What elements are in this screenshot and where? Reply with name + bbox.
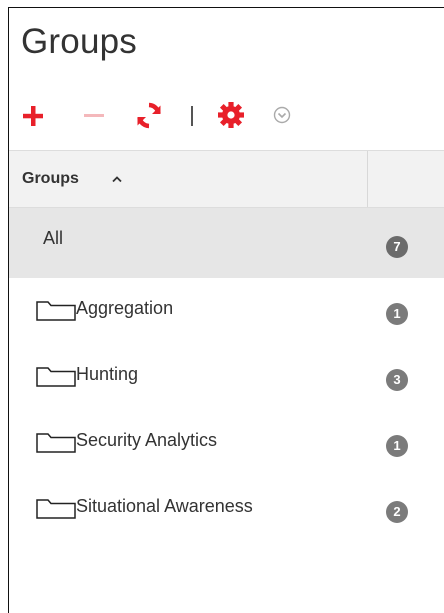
group-count-badge: 1 [386,303,408,325]
group-count-badge: 1 [386,435,408,457]
group-label: All [43,228,64,248]
groups-list: All 7 Aggregation 1 Hunting 3 Security A… [9,208,444,542]
group-row-all[interactable]: All 7 [9,208,444,278]
groups-panel: Groups Groups All 7 Aggregation 1 Huntin… [8,7,444,613]
group-count-badge: 3 [386,369,408,391]
group-row-situational-awareness[interactable]: Situational Awareness 2 [9,476,444,542]
column-header-groups[interactable]: Groups [9,151,368,207]
folder-icon [36,301,76,321]
group-label: Hunting [76,364,139,384]
column-header-label: Groups [22,170,79,187]
group-row-hunting[interactable]: Hunting 3 [9,344,444,410]
minus-icon[interactable] [83,100,105,130]
toolbar-separator [191,106,193,126]
sort-ascending-icon [112,176,122,183]
group-label: Aggregation [76,298,174,318]
group-label: Security Analytics [76,430,218,450]
group-row-security-analytics[interactable]: Security Analytics 1 [9,410,444,476]
gear-icon[interactable] [217,100,245,130]
plus-icon[interactable] [21,100,45,130]
chevron-down-circle-icon[interactable] [273,100,291,130]
folder-icon [36,499,76,519]
groups-toolbar [21,100,321,130]
refresh-icon[interactable] [137,100,161,130]
group-count-badge: 2 [386,501,408,523]
grid-header: Groups [9,150,444,208]
folder-icon [36,367,76,387]
group-count-badge: 7 [386,236,408,258]
page-title: Groups [21,22,137,61]
folder-icon [36,433,76,453]
group-row-aggregation[interactable]: Aggregation 1 [9,278,444,344]
group-label: Situational Awareness [76,496,253,516]
